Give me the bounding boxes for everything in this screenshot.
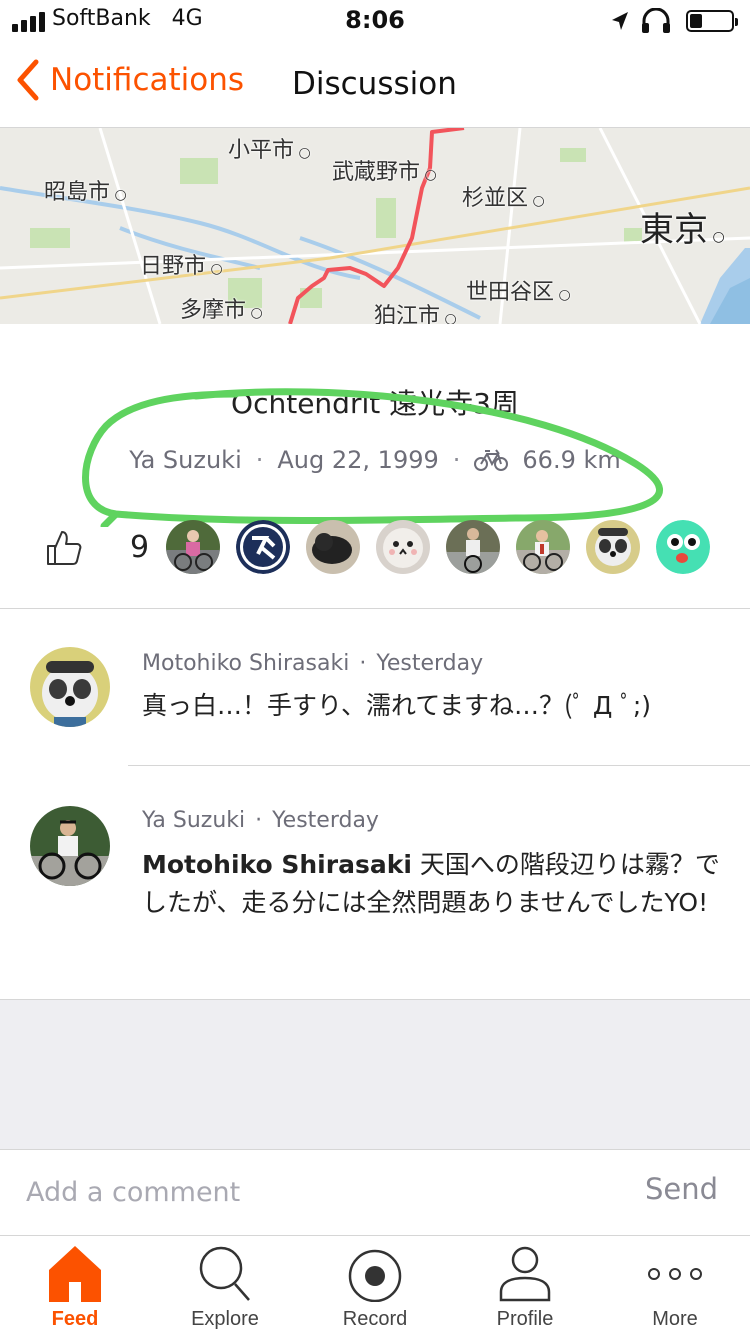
- comment-header: Motohiko Shirasaki · Yesterday: [142, 651, 483, 676]
- activity-distance: 66.9 km: [522, 446, 621, 474]
- tab-label: Feed: [51, 1308, 99, 1330]
- send-button[interactable]: Send: [645, 1172, 718, 1206]
- commenter-avatar[interactable]: [30, 806, 110, 886]
- kudos-avatar[interactable]: [516, 520, 570, 574]
- comment-header: Ya Suzuki · Yesterday: [142, 808, 379, 833]
- activity-date: Aug 22, 1999: [277, 446, 439, 474]
- kudos-avatar[interactable]: [656, 520, 710, 574]
- bike-icon: [474, 449, 509, 471]
- search-icon: [199, 1246, 250, 1301]
- athlete-name[interactable]: Ya Suzuki: [129, 446, 242, 474]
- commenter-avatar[interactable]: [30, 647, 110, 727]
- tab-profile[interactable]: Profile: [450, 1236, 600, 1334]
- tab-bar: Feed Explore Record Profile More: [0, 1235, 750, 1334]
- map-label: 日野市: [140, 248, 223, 280]
- status-bar: SoftBank 4G 8:06: [0, 0, 750, 42]
- tab-label: More: [652, 1308, 698, 1330]
- more-icon: [648, 1268, 702, 1280]
- battery-icon: [686, 10, 738, 32]
- comment-mention[interactable]: Motohiko Shirasaki: [142, 850, 412, 879]
- kudos-row: 9: [0, 520, 750, 580]
- separator-dot: ·: [255, 808, 263, 833]
- chevron-left-icon: [17, 59, 39, 101]
- location-arrow-icon: [612, 12, 628, 30]
- kudos-count[interactable]: 9: [130, 530, 149, 565]
- tab-label: Explore: [191, 1308, 259, 1330]
- kudos-avatar[interactable]: [586, 520, 640, 574]
- record-icon: [348, 1249, 402, 1302]
- back-button[interactable]: Notifications: [16, 58, 244, 102]
- map-label: 昭島市: [44, 174, 127, 206]
- map-label: 小平市: [228, 132, 311, 164]
- tab-label: Record: [342, 1308, 408, 1330]
- separator-dot: ·: [255, 446, 264, 474]
- kudos-avatar[interactable]: [306, 520, 360, 574]
- kudos-avatar[interactable]: [376, 520, 430, 574]
- comment-composer: Send: [0, 1149, 750, 1235]
- tab-more[interactable]: More: [600, 1236, 750, 1334]
- map-label: 狛江市: [374, 298, 457, 324]
- comment-text: Motohiko Shirasaki 天国への階段辺りは霧？でしたが、走る分には…: [142, 846, 722, 922]
- separator-dot: ·: [452, 446, 461, 474]
- comment-author[interactable]: Motohiko Shirasaki: [142, 651, 349, 676]
- comment-body: 真っ白…！手すり、濡れてますね…？(ﾟ Д ﾟ;): [142, 691, 652, 720]
- comment-input[interactable]: [26, 1170, 606, 1214]
- activity-meta: Ya Suzuki · Aug 22, 1999 · 66.9 km: [0, 446, 750, 474]
- kudos-avatar[interactable]: [236, 520, 290, 574]
- kudos-avatar[interactable]: [166, 520, 220, 574]
- separator-dot: ·: [359, 651, 367, 676]
- comment-author[interactable]: Ya Suzuki: [142, 808, 245, 833]
- empty-area: [0, 999, 750, 1149]
- map-label: 杉並区: [462, 180, 545, 212]
- home-icon: [49, 1246, 101, 1302]
- tab-explore[interactable]: Explore: [150, 1236, 300, 1334]
- page-title: Discussion: [292, 66, 457, 102]
- activity-summary: Ochtendrit 遠光寺3周 Ya Suzuki · Aug 22, 199…: [0, 324, 750, 609]
- person-icon: [499, 1246, 551, 1302]
- navigation-bar: Notifications Discussion: [0, 42, 750, 128]
- thumbs-up-icon[interactable]: [44, 528, 84, 568]
- headphones-icon: [642, 8, 670, 33]
- map-label: 多摩市: [180, 292, 263, 324]
- activity-title[interactable]: Ochtendrit 遠光寺3周: [0, 382, 750, 422]
- tab-record[interactable]: Record: [300, 1236, 450, 1334]
- kudos-avatar[interactable]: [446, 520, 500, 574]
- map-label: 世田谷区: [466, 274, 571, 306]
- comment-item: Ya Suzuki · Yesterday Motohiko Shirasaki 天…: [0, 766, 750, 999]
- map-label: 東京: [640, 202, 725, 251]
- comment-time: Yesterday: [376, 651, 484, 676]
- tab-feed[interactable]: Feed: [0, 1236, 150, 1334]
- route-map[interactable]: 小平市 武蔵野市 昭島市 杉並区 東京 日野市 世田谷区 多摩市 狛江市: [0, 128, 750, 324]
- tab-label: Profile: [496, 1308, 554, 1330]
- status-time: 8:06: [345, 6, 405, 34]
- comment-time: Yesterday: [272, 808, 379, 833]
- back-label: Notifications: [50, 62, 245, 98]
- map-label: 武蔵野市: [332, 154, 437, 186]
- comment-text: 真っ白…！手すり、濡れてますね…？(ﾟ Д ﾟ;): [142, 687, 722, 725]
- comment-item: Motohiko Shirasaki · Yesterday 真っ白…！手すり、濡れ…: [0, 609, 750, 765]
